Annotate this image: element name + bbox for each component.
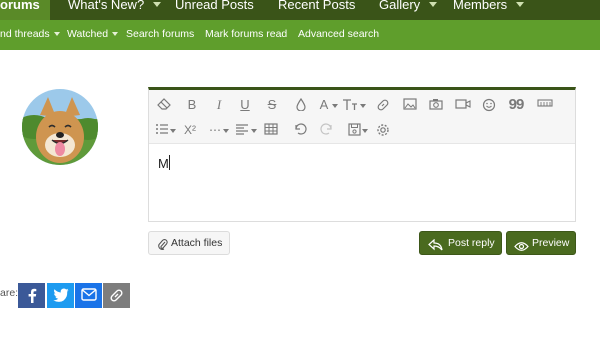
email-icon xyxy=(80,288,97,301)
underline-icon[interactable]: U xyxy=(235,96,255,114)
undo-icon[interactable] xyxy=(290,121,310,139)
bold-glyph: B xyxy=(187,97,197,112)
subnav-mark-forums-read-label: Mark forums read xyxy=(205,28,288,40)
editor-toolbar: B I U S A 99 X² ⋯ xyxy=(149,90,575,144)
quote-glyph: 99 xyxy=(508,96,525,113)
reply-icon xyxy=(428,237,443,260)
facebook-icon xyxy=(28,288,36,303)
video-icon[interactable] xyxy=(453,96,473,114)
chevron-down-icon[interactable] xyxy=(53,32,60,36)
superscript-glyph: X² xyxy=(184,123,196,137)
strike-glyph: S xyxy=(267,97,277,112)
chevron-down-icon[interactable] xyxy=(360,104,366,108)
tab-forums-label: orums xyxy=(0,0,40,12)
tab-members[interactable]: Members xyxy=(453,0,525,20)
settings-icon[interactable] xyxy=(373,121,393,139)
subnav-search-forums-label: Search forums xyxy=(126,28,195,40)
subnav-find-threads-label: nd threads xyxy=(0,28,50,40)
tab-recent-posts-label: Recent Posts xyxy=(278,0,356,12)
image-icon[interactable] xyxy=(400,96,420,114)
underline-glyph: U xyxy=(240,97,250,112)
chevron-down-icon[interactable] xyxy=(362,129,368,133)
eraser-icon[interactable] xyxy=(154,96,174,114)
list-icon[interactable] xyxy=(152,121,172,139)
chevron-down-icon[interactable] xyxy=(112,32,119,36)
strikethrough-icon[interactable]: S xyxy=(262,96,282,114)
chevron-down-icon[interactable] xyxy=(332,104,338,108)
link-icon xyxy=(110,289,123,302)
share-facebook-button[interactable] xyxy=(18,283,45,308)
tab-recent-posts[interactable]: Recent Posts xyxy=(278,0,355,20)
table-icon[interactable] xyxy=(261,121,281,139)
reply-editor: B I U S A 99 X² ⋯ M xyxy=(148,87,576,222)
tab-members-label: Members xyxy=(453,0,508,12)
subnav-search-forums[interactable]: Search forums xyxy=(126,20,194,50)
chevron-down-icon[interactable] xyxy=(251,129,257,133)
align-icon[interactable] xyxy=(232,121,252,139)
text-color-icon[interactable] xyxy=(291,96,311,114)
font-size-icon[interactable] xyxy=(341,96,361,114)
preview-label: Preview xyxy=(532,237,570,249)
share-email-button[interactable] xyxy=(75,283,102,308)
post-reply-button[interactable]: Post reply xyxy=(419,231,502,255)
attach-files-button[interactable]: Attach files xyxy=(148,231,230,255)
tab-whats-new-label: What's New? xyxy=(68,0,145,12)
italic-icon[interactable]: I xyxy=(209,96,229,114)
text-cursor xyxy=(169,155,170,170)
subnav-find-threads[interactable]: nd threads xyxy=(0,20,60,50)
tab-whats-new[interactable]: What's New? xyxy=(68,0,162,20)
tab-unread-posts[interactable]: Unread Posts xyxy=(175,0,254,20)
tab-forums[interactable]: orums xyxy=(0,0,50,20)
preview-button[interactable]: Preview xyxy=(506,231,576,255)
horizontal-rule-icon[interactable] xyxy=(535,96,555,114)
tab-unread-posts-label: Unread Posts xyxy=(175,0,254,12)
italic-glyph: I xyxy=(216,97,222,112)
chevron-down-icon[interactable] xyxy=(223,129,229,133)
font-glyph: A xyxy=(319,97,329,112)
tab-gallery[interactable]: Gallery xyxy=(379,0,438,20)
message-textarea[interactable]: M xyxy=(149,145,575,222)
chevron-down-icon[interactable] xyxy=(429,2,438,7)
paperclip-icon xyxy=(157,237,168,260)
tab-gallery-label: Gallery xyxy=(379,0,421,12)
subnav-mark-forums-read[interactable]: Mark forums read xyxy=(205,20,287,50)
post-reply-label: Post reply xyxy=(448,237,495,249)
more-options-icon[interactable]: ⋯ xyxy=(205,121,225,139)
chevron-down-icon[interactable] xyxy=(153,2,162,7)
subnav-advanced-search-label: Advanced search xyxy=(298,28,380,40)
superscript-icon[interactable]: X² xyxy=(180,121,200,139)
share-twitter-button[interactable] xyxy=(47,283,74,308)
drafts-icon[interactable] xyxy=(344,121,364,139)
link-icon[interactable] xyxy=(373,96,393,114)
camera-icon[interactable] xyxy=(426,96,446,114)
eye-icon xyxy=(514,238,529,261)
message-text: M xyxy=(158,156,169,171)
chevron-down-icon[interactable] xyxy=(170,129,176,133)
share-copy-link-button[interactable] xyxy=(103,283,130,308)
sub-navigation: nd threads Watched Search forums Mark fo… xyxy=(0,20,600,50)
bold-icon[interactable]: B xyxy=(182,96,202,114)
subnav-advanced-search[interactable]: Advanced search xyxy=(298,20,379,50)
font-family-icon[interactable]: A xyxy=(314,96,334,114)
avatar[interactable] xyxy=(22,89,98,165)
redo-icon[interactable] xyxy=(317,121,337,139)
smilie-icon[interactable] xyxy=(479,96,499,114)
quote-icon[interactable]: 99 xyxy=(506,96,526,114)
subnav-watched[interactable]: Watched xyxy=(67,20,119,50)
share-label: are: xyxy=(0,287,19,299)
twitter-icon xyxy=(52,288,68,302)
attach-files-label: Attach files xyxy=(171,237,223,249)
avatar-image xyxy=(22,89,98,165)
top-navigation: orums What's New? Unread Posts Recent Po… xyxy=(0,0,600,20)
subnav-watched-label: Watched xyxy=(67,28,109,40)
chevron-down-icon[interactable] xyxy=(516,2,525,7)
